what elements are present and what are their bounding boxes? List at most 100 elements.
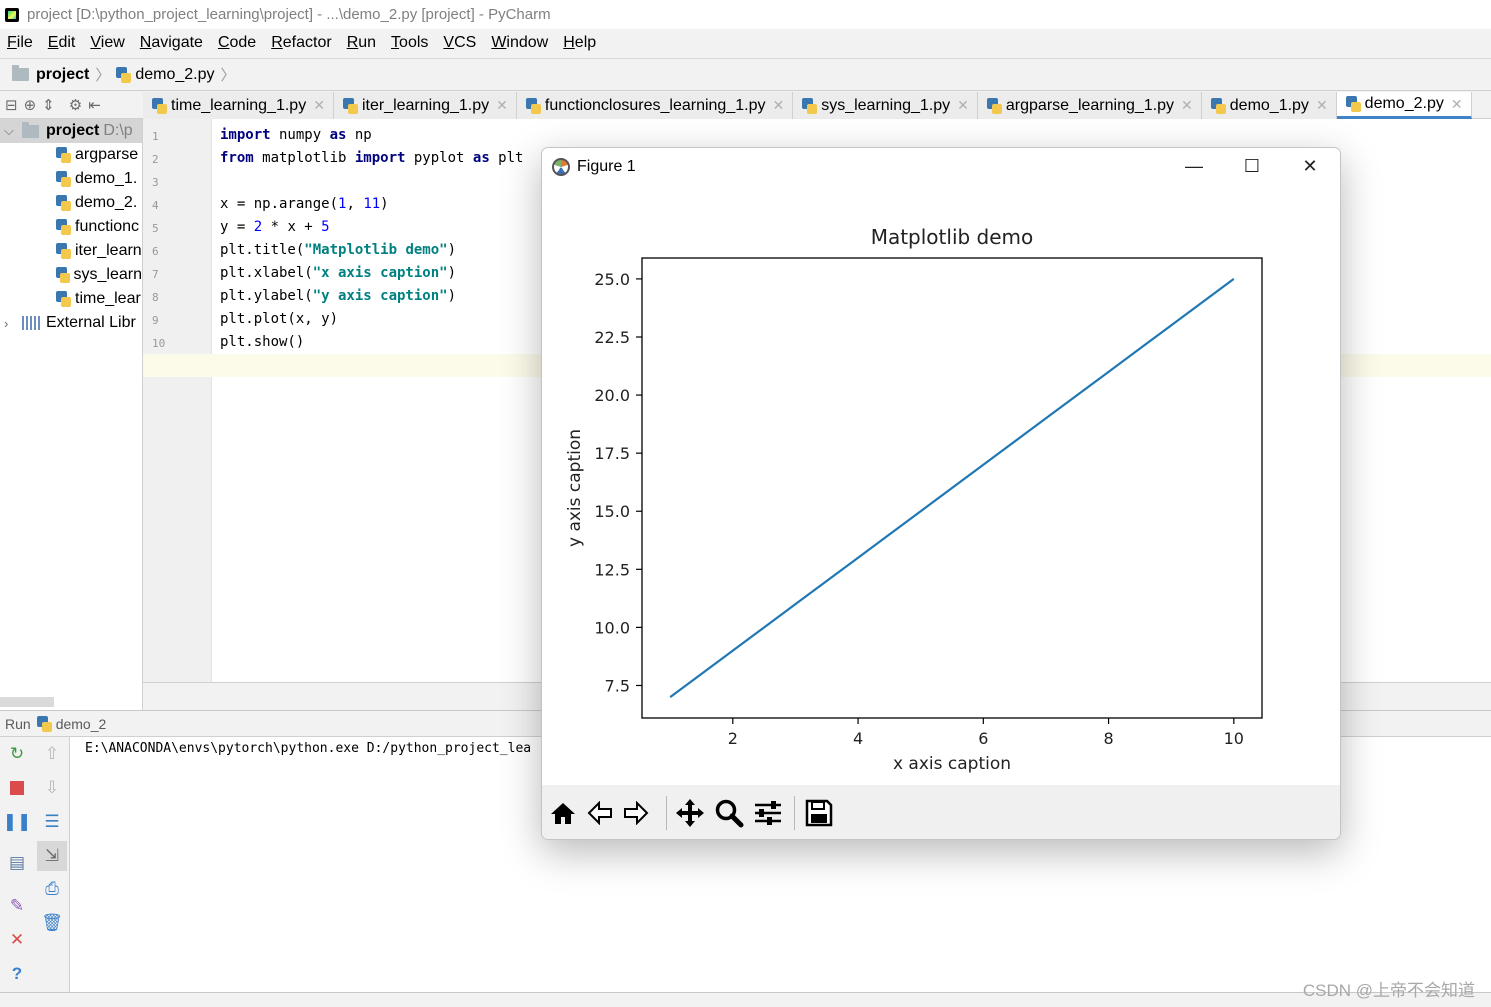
x-tick-label: 8	[1103, 729, 1113, 748]
close-icon[interactable]: ✕	[1181, 97, 1193, 114]
line-number: 2	[152, 153, 159, 166]
menu-code[interactable]: Code	[218, 34, 256, 52]
breadcrumb: project 〉 demo_2.py 〉	[0, 58, 1491, 91]
tab-demo-2[interactable]: demo_2.py ✕	[1336, 92, 1472, 119]
print-icon[interactable]: ⎙	[41, 878, 63, 900]
forward-icon[interactable]	[619, 796, 653, 830]
menu-refactor[interactable]: Refactor	[271, 34, 331, 52]
arrow-down-icon[interactable]: ⇩	[41, 777, 63, 799]
collapse-all-icon[interactable]: ⇕	[42, 96, 55, 114]
python-file-icon	[56, 147, 71, 163]
maximize-icon[interactable]: ☐	[1223, 148, 1281, 185]
trash-icon[interactable]: 🗑	[41, 912, 63, 934]
menu-navigate[interactable]: Navigate	[140, 34, 203, 52]
back-icon[interactable]	[583, 796, 617, 830]
breadcrumb-file[interactable]: demo_2.py	[135, 66, 214, 84]
tree-file[interactable]: sys_learn	[0, 263, 142, 287]
tree-file[interactable]: functionc	[0, 215, 142, 239]
tree-file[interactable]: demo_1.	[0, 167, 142, 191]
minimize-icon[interactable]: —	[1165, 148, 1223, 185]
tree-file[interactable]: argparse	[0, 143, 142, 167]
pause-icon[interactable]: ❚❚	[3, 811, 32, 833]
tree-external-libraries[interactable]: › External Libr	[0, 311, 142, 335]
configure-icon[interactable]	[751, 796, 785, 830]
zoom-icon[interactable]	[712, 796, 746, 830]
python-file-icon	[1210, 97, 1226, 114]
close-icon[interactable]: ✕	[772, 97, 784, 114]
close-icon[interactable]: ✕	[6, 929, 28, 951]
home-icon[interactable]	[546, 796, 580, 830]
line-chart: Matplotlib demo 2 4 6 8 10 7.5 10.0 12.5 15.0 17…	[565, 225, 1263, 774]
tree-file-label: time_lear	[75, 290, 141, 307]
chevron-right-icon[interactable]: ›	[4, 316, 22, 331]
hide-panel-icon[interactable]: ⇤	[88, 96, 101, 114]
line-number: 4	[152, 199, 159, 212]
tab-label: functionclosures_learning_1.py	[544, 96, 766, 114]
stop-icon[interactable]	[6, 777, 28, 799]
figure-canvas[interactable]: Matplotlib demo 2 4 6 8 10 7.5 10.0 12.5 15.0 17…	[542, 185, 1340, 785]
menu-run[interactable]: Run	[347, 34, 376, 52]
horizontal-scrollbar[interactable]	[0, 697, 54, 707]
close-icon[interactable]: ✕	[1281, 148, 1339, 185]
chevron-down-icon[interactable]: ⌵	[4, 123, 22, 139]
tab-demo-1[interactable]: demo_1.py ✕	[1201, 92, 1337, 119]
pan-icon[interactable]	[673, 796, 707, 830]
rerun-icon[interactable]: ↻	[6, 743, 28, 765]
pycharm-logo-icon	[5, 7, 19, 22]
python-file-icon	[802, 97, 818, 114]
python-file-icon	[342, 97, 358, 114]
locate-icon[interactable]: ⊕	[24, 96, 37, 114]
close-icon[interactable]: ✕	[313, 97, 325, 114]
help-icon[interactable]: ?	[6, 963, 28, 985]
tab-iter-learning[interactable]: iter_learning_1.py ✕	[333, 92, 517, 119]
menu-edit[interactable]: Edit	[48, 34, 76, 52]
toolbar-separator	[666, 796, 667, 830]
tab-functionclosures-learning[interactable]: functionclosures_learning_1.py ✕	[516, 92, 794, 119]
breadcrumb-project[interactable]: project	[36, 66, 89, 84]
project-view-icon[interactable]: ⊟	[5, 96, 18, 114]
menu-vcs[interactable]: VCS	[443, 34, 476, 52]
window-titlebar: project [D:\python_project_learning\proj…	[0, 0, 1491, 29]
arrow-up-icon[interactable]: ⇧	[41, 743, 63, 765]
x-tick-label: 4	[853, 729, 863, 748]
pin-icon[interactable]: ✎	[6, 895, 28, 917]
tree-file[interactable]: time_lear	[0, 287, 142, 311]
menu-tools[interactable]: Tools	[391, 34, 428, 52]
save-icon[interactable]	[802, 796, 836, 830]
run-tab-label[interactable]: Run	[5, 716, 31, 732]
x-tick-label: 2	[728, 729, 738, 748]
figure-titlebar: Figure 1 — ☐ ✕	[542, 148, 1340, 185]
soft-wrap-icon[interactable]: ☰	[41, 811, 63, 833]
close-icon[interactable]: ✕	[496, 97, 508, 114]
tree-external-label: External Libr	[46, 314, 136, 331]
tree-file[interactable]: demo_2.	[0, 191, 142, 215]
tab-sys-learning[interactable]: sys_learning_1.py ✕	[793, 92, 978, 119]
toolbar-separator	[794, 796, 795, 830]
x-tick-label: 6	[978, 729, 988, 748]
tab-argparse-learning[interactable]: argparse_learning_1.py ✕	[977, 92, 1202, 119]
plot-lines	[669, 278, 1235, 698]
menu-file[interactable]: File	[7, 34, 33, 52]
close-icon[interactable]: ✕	[957, 97, 969, 114]
menu-help[interactable]: Help	[563, 34, 596, 52]
run-config-label[interactable]: demo_2	[56, 716, 107, 732]
code-line-2: from matplotlib import pyplot as plt	[220, 150, 524, 166]
close-icon[interactable]: ✕	[1451, 96, 1463, 113]
menu-view[interactable]: View	[90, 34, 124, 52]
tree-file-label: sys_learn	[73, 266, 142, 283]
line-number: 6	[152, 245, 159, 258]
editor-tabs: time_learning_1.py ✕ iter_learning_1.py ✕ …	[143, 92, 1491, 119]
tree-root-project[interactable]: ⌵ project D:\p	[0, 119, 142, 143]
tab-time-learning[interactable]: time_learning_1.py ✕	[143, 92, 334, 119]
y-tick-label: 15.0	[594, 502, 630, 521]
python-file-icon	[36, 715, 52, 732]
scroll-to-end-icon[interactable]: ⇲	[37, 841, 67, 871]
tree-file[interactable]: iter_learn	[0, 239, 142, 263]
x-axis: 2 4 6 8 10	[728, 718, 1244, 748]
layout-icon[interactable]: ▤	[6, 852, 28, 874]
gear-icon[interactable]: ⚙	[69, 96, 82, 114]
library-icon	[22, 316, 40, 330]
menu-window[interactable]: Window	[491, 34, 548, 52]
close-icon[interactable]: ✕	[1316, 97, 1328, 114]
tree-file-label: demo_2.	[75, 194, 138, 211]
